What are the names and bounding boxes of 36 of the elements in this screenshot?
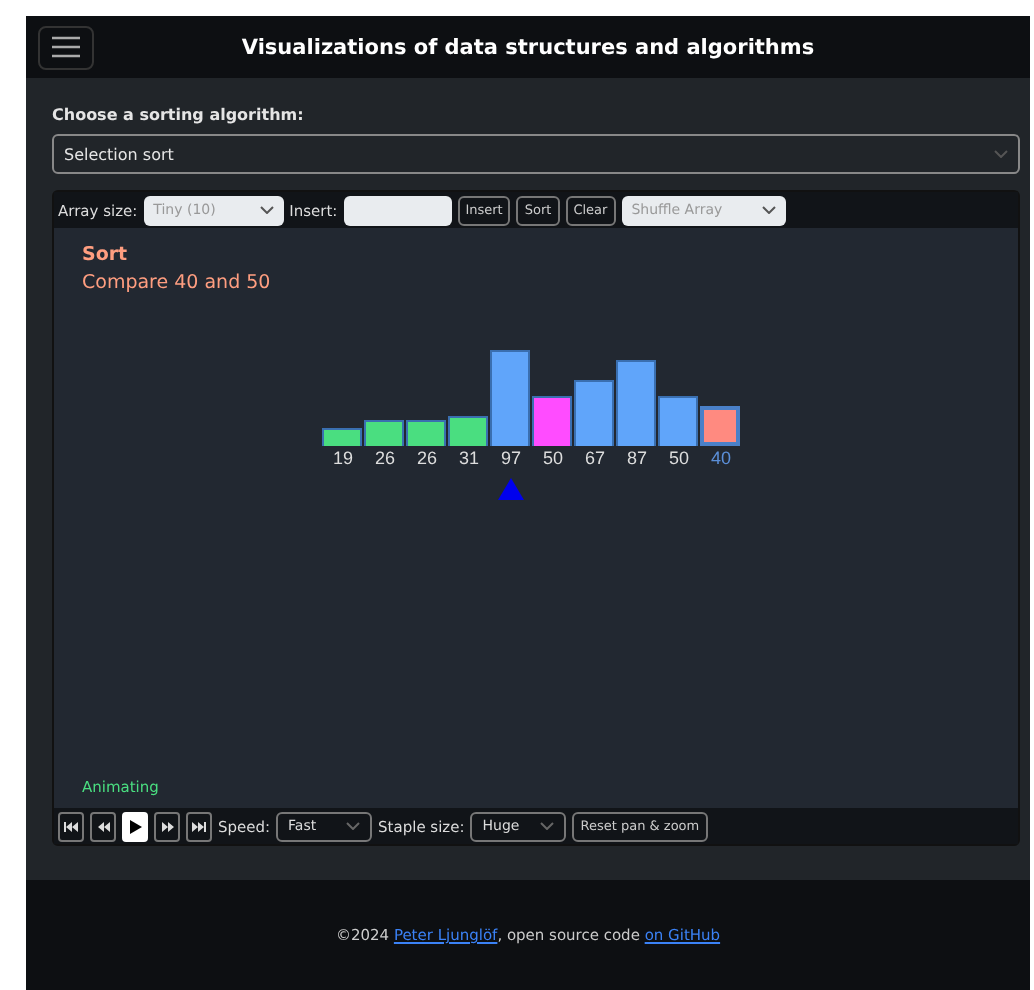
caret-icon xyxy=(540,822,555,830)
array-bar xyxy=(364,420,404,446)
bar-value: 50 xyxy=(542,448,563,468)
page-title: Visualizations of data structures and algorithms xyxy=(239,35,817,59)
caret-icon xyxy=(994,150,1008,158)
caret-icon xyxy=(761,206,776,214)
array-bar xyxy=(322,427,362,446)
caret-icon xyxy=(259,206,274,214)
playback-button[interactable] xyxy=(154,811,180,841)
step-title: Sort xyxy=(82,244,130,266)
menu-button[interactable] xyxy=(38,25,94,69)
menu-icon xyxy=(52,36,80,58)
bar-value: 26 xyxy=(374,448,395,468)
algorithm-select[interactable]: Selection sort xyxy=(52,134,1020,174)
bar-value: 19 xyxy=(332,448,353,468)
array-bar xyxy=(574,379,614,446)
bar-value: 26 xyxy=(416,448,437,468)
algorithm-label: Choose a sorting algorithm: xyxy=(52,106,306,124)
array-bar xyxy=(406,420,446,446)
bar-value: 31 xyxy=(458,448,479,468)
bar-value: 87 xyxy=(626,448,647,468)
step-back-icon xyxy=(97,821,109,831)
bar-value: 67 xyxy=(584,448,605,468)
array-bar xyxy=(700,406,740,446)
playback-button[interactable] xyxy=(90,811,116,841)
bar-value: 50 xyxy=(668,448,689,468)
step-forward-icon xyxy=(161,821,173,831)
playback-button[interactable] xyxy=(58,811,84,841)
play-icon xyxy=(129,819,141,833)
bar-value: 97 xyxy=(500,448,521,468)
skip-back-icon xyxy=(64,821,78,831)
step-message: Compare 40 and 50 xyxy=(82,272,273,294)
caret-icon xyxy=(346,822,361,830)
bar-value: 40 xyxy=(710,448,731,468)
skip-forward-icon xyxy=(192,821,206,831)
playback-button[interactable] xyxy=(186,811,212,841)
